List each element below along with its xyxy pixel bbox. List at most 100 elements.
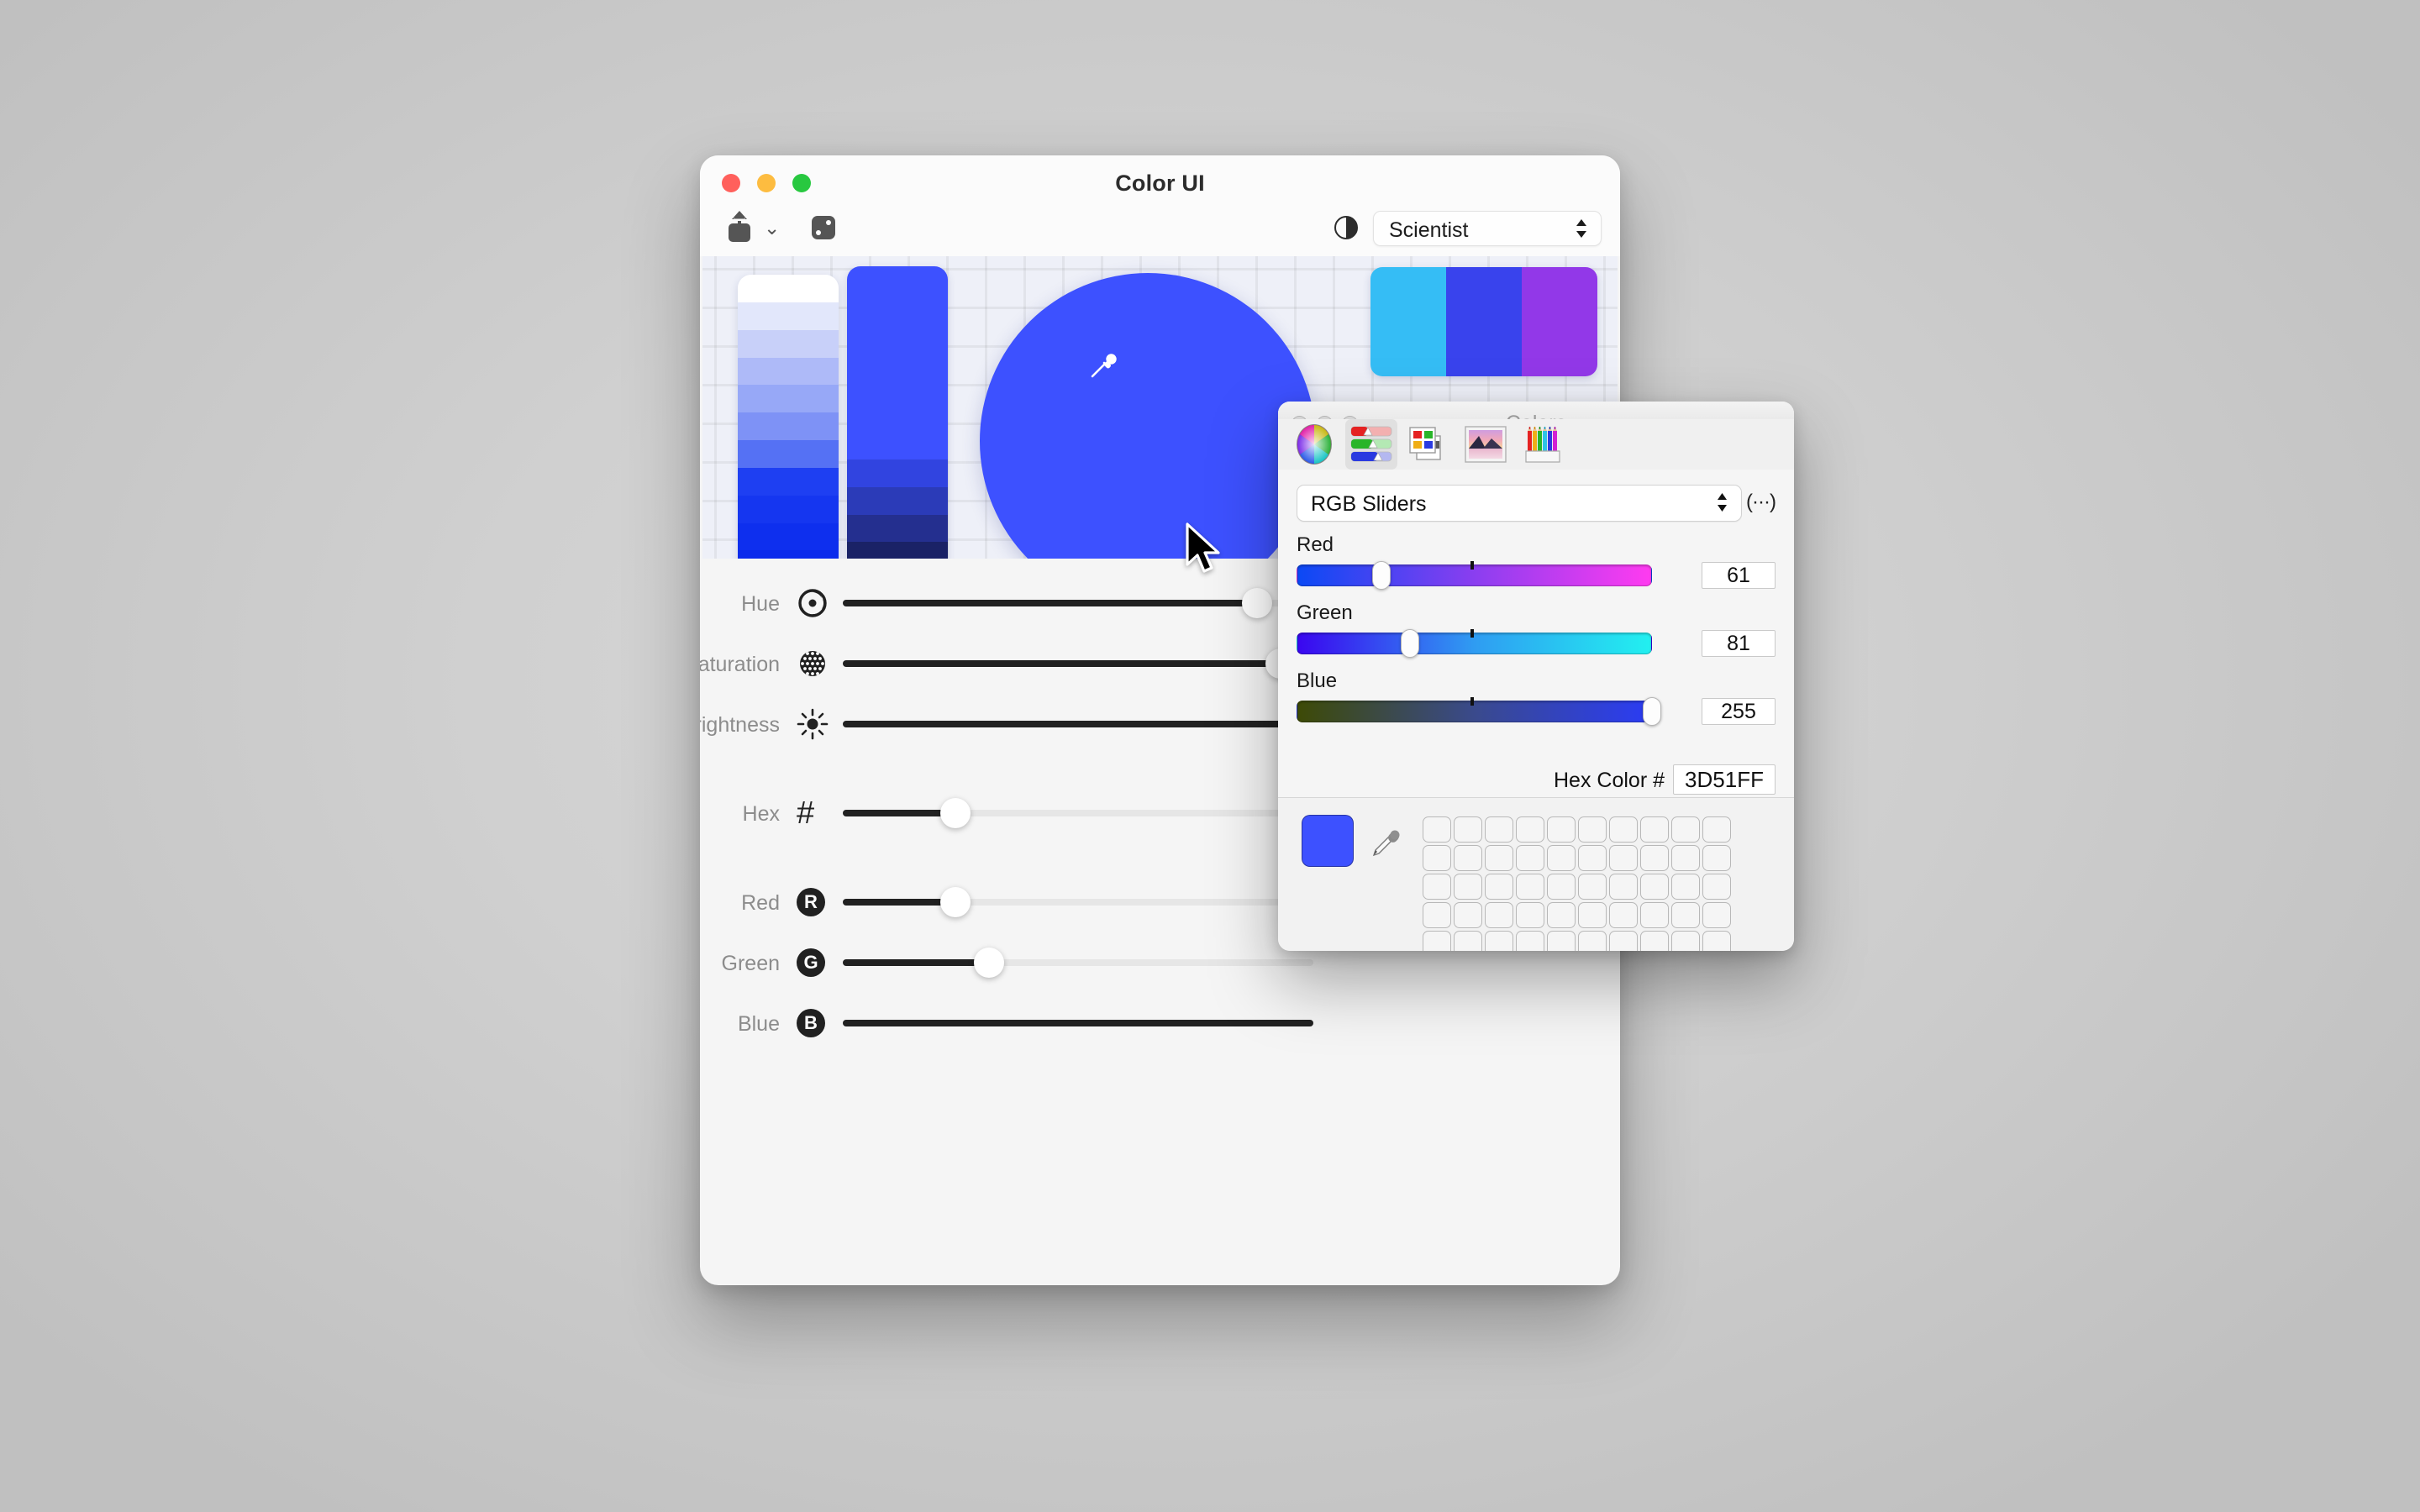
swatch-cell[interactable] — [1516, 816, 1544, 843]
swatch-cell[interactable] — [1609, 845, 1638, 871]
color-preview-circle[interactable] — [980, 273, 1316, 559]
swatch-step[interactable] — [847, 432, 948, 459]
swatch-cell[interactable] — [1671, 902, 1700, 928]
swatch-cell[interactable] — [1640, 845, 1669, 871]
slider-track-green[interactable] — [843, 948, 1313, 978]
shade-scale[interactable] — [847, 266, 948, 559]
swatch-cell[interactable] — [1423, 874, 1451, 900]
swatch-step[interactable] — [738, 550, 839, 559]
swatch-cell[interactable] — [1423, 931, 1451, 951]
rgb-value-red[interactable]: 61 — [1702, 562, 1776, 589]
swatch-cell[interactable] — [1702, 902, 1731, 928]
rgb-thumb-red[interactable] — [1372, 561, 1392, 590]
rgb-slider-green[interactable]: 81 — [1297, 629, 1776, 658]
swatch-step[interactable] — [738, 495, 839, 523]
swatch-cell[interactable] — [1516, 931, 1544, 951]
swatch-cell[interactable] — [1578, 902, 1607, 928]
swatch-step[interactable] — [738, 522, 839, 551]
tint-scale[interactable] — [738, 275, 839, 559]
swatch-cell[interactable] — [1454, 845, 1482, 871]
swatch-step[interactable] — [738, 302, 839, 330]
swatch-cell[interactable] — [1547, 931, 1576, 951]
accent-block[interactable] — [1522, 267, 1597, 376]
swatch-cell[interactable] — [1547, 902, 1576, 928]
swatch-step[interactable] — [847, 321, 948, 349]
swatch-step[interactable] — [738, 440, 839, 468]
swatch-step[interactable] — [738, 329, 839, 358]
slider-thumb-green[interactable] — [973, 948, 1004, 978]
swatch-cell[interactable] — [1485, 931, 1513, 951]
dice-icon[interactable] — [812, 216, 835, 239]
swatch-cell[interactable] — [1516, 845, 1544, 871]
swatch-cell[interactable] — [1702, 874, 1731, 900]
color-palettes-icon[interactable] — [1402, 419, 1455, 470]
swatch-cell[interactable] — [1609, 816, 1638, 843]
swatch-step[interactable] — [738, 412, 839, 441]
swatch-cell[interactable] — [1547, 874, 1576, 900]
rgb-thumb-blue[interactable] — [1643, 697, 1661, 726]
swatch-step[interactable] — [738, 357, 839, 386]
swatch-cell[interactable] — [1578, 931, 1607, 951]
swatch-step[interactable] — [847, 514, 948, 543]
slider-track-hue[interactable] — [843, 588, 1313, 618]
eyedropper-icon[interactable] — [1367, 825, 1404, 862]
swatch-cell[interactable] — [1671, 874, 1700, 900]
swatch-step[interactable] — [847, 542, 948, 559]
color-wheel-icon[interactable] — [1288, 419, 1340, 470]
accent-strip[interactable] — [1370, 267, 1597, 376]
swatch-cell[interactable] — [1516, 902, 1544, 928]
swatch-cell[interactable] — [1454, 874, 1482, 900]
swatch-cell[interactable] — [1485, 816, 1513, 843]
swatch-cell[interactable] — [1423, 902, 1451, 928]
swatch-cell[interactable] — [1485, 874, 1513, 900]
swatch-cell[interactable] — [1485, 845, 1513, 871]
swatch-cell[interactable] — [1702, 845, 1731, 871]
accent-block[interactable] — [1446, 267, 1522, 376]
swatch-step[interactable] — [738, 385, 839, 413]
swatch-cell[interactable] — [1454, 816, 1482, 843]
swatch-cell[interactable] — [1485, 902, 1513, 928]
mode-select[interactable]: RGB Sliders — [1297, 485, 1742, 522]
slider-track-blue[interactable] — [843, 1020, 1313, 1026]
swatch-step[interactable] — [847, 266, 948, 294]
accent-block[interactable] — [1370, 267, 1446, 376]
swatch-cell[interactable] — [1454, 931, 1482, 951]
swatch-cell[interactable] — [1578, 874, 1607, 900]
swatch-step[interactable] — [847, 404, 948, 433]
swatch-cell[interactable] — [1702, 931, 1731, 951]
rgb-thumb-green[interactable] — [1400, 629, 1419, 658]
swatch-step[interactable] — [738, 467, 839, 496]
swatch-cell[interactable] — [1454, 902, 1482, 928]
hex-color-input[interactable]: 3D51FF — [1673, 764, 1776, 795]
more-options-icon[interactable]: (···) — [1746, 491, 1776, 514]
rgb-value-green[interactable]: 81 — [1702, 630, 1776, 657]
swatch-cell[interactable] — [1609, 874, 1638, 900]
swatch-cell[interactable] — [1423, 816, 1451, 843]
image-palettes-icon[interactable] — [1460, 419, 1512, 470]
swatch-cell[interactable] — [1609, 902, 1638, 928]
swatch-cell[interactable] — [1640, 874, 1669, 900]
slider-track-hex[interactable] — [843, 798, 1313, 828]
swatch-step[interactable] — [847, 486, 948, 515]
swatch-cell[interactable] — [1640, 816, 1669, 843]
swatch-step[interactable] — [847, 376, 948, 405]
swatch-step[interactable] — [847, 293, 948, 322]
swatch-cell[interactable] — [1423, 845, 1451, 871]
rgb-slider-blue[interactable]: 255 — [1297, 697, 1776, 726]
eyedropper-icon[interactable] — [1086, 349, 1120, 382]
swatch-cell[interactable] — [1516, 874, 1544, 900]
contrast-icon[interactable] — [1334, 216, 1358, 239]
rgb-slider-red[interactable]: 61 — [1297, 561, 1776, 590]
swatch-cell[interactable] — [1671, 931, 1700, 951]
swatch-cell[interactable] — [1547, 845, 1576, 871]
swatch-cell[interactable] — [1640, 931, 1669, 951]
slider-track-brightness[interactable] — [843, 721, 1313, 727]
swatch-cell[interactable] — [1671, 816, 1700, 843]
current-color-swatch[interactable] — [1302, 815, 1354, 867]
slider-track-saturation[interactable] — [843, 648, 1313, 679]
rgb-value-blue[interactable]: 255 — [1702, 698, 1776, 725]
swatch-cell[interactable] — [1671, 845, 1700, 871]
rgb-track[interactable] — [1297, 633, 1652, 654]
slider-track-red[interactable] — [843, 887, 1313, 917]
swatch-cell[interactable] — [1702, 816, 1731, 843]
